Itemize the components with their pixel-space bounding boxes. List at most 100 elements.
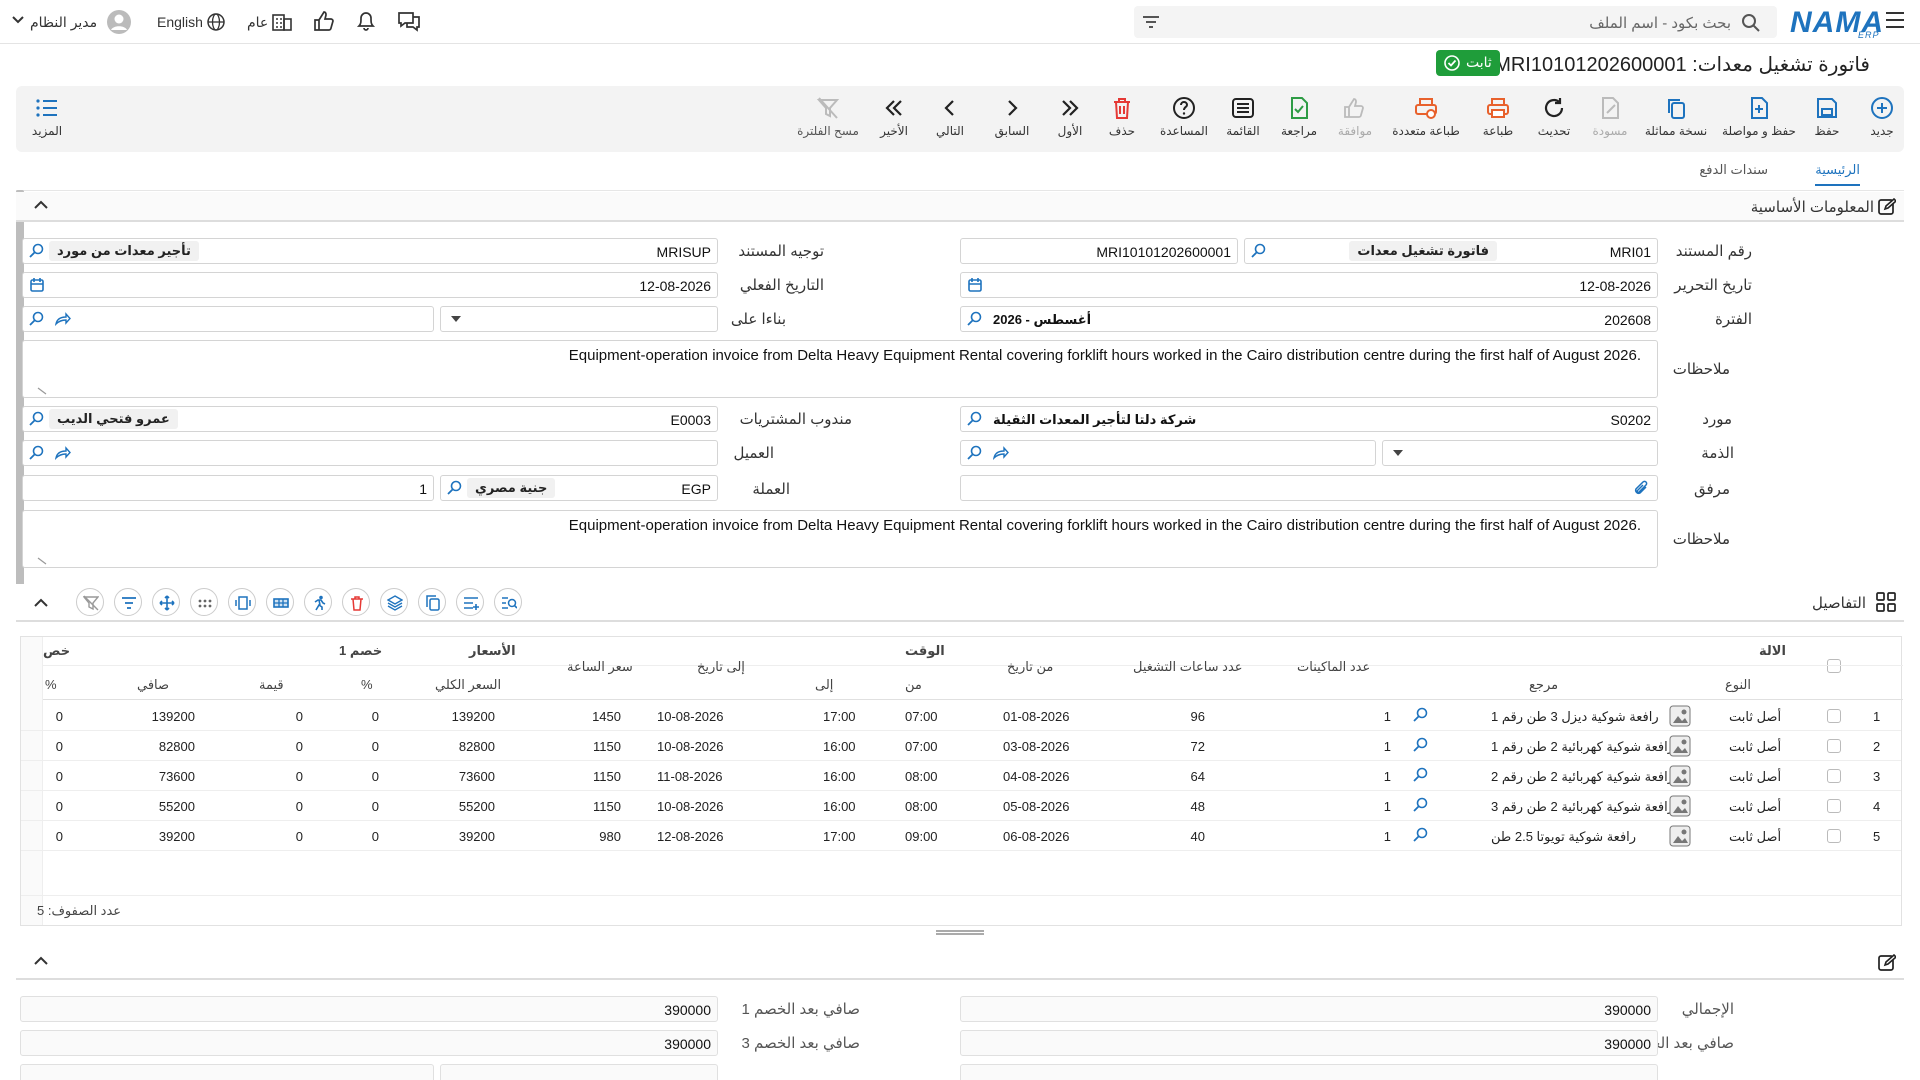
print-button[interactable]: طباعة	[1472, 96, 1524, 138]
paperclip-icon[interactable]	[1633, 480, 1649, 496]
delete-button[interactable]: حذف	[1096, 96, 1148, 138]
columns-tool[interactable]	[228, 588, 256, 616]
doc-number-field[interactable]: MRI10101202600001	[960, 238, 1238, 264]
lookup-icon[interactable]	[967, 411, 983, 427]
tab-payment-vouchers[interactable]: سندات الدفع	[1699, 162, 1768, 178]
building-icon[interactable]	[271, 11, 293, 31]
approve-button[interactable]: موافقة	[1328, 96, 1382, 138]
save-button[interactable]: حفظ	[1802, 96, 1852, 138]
duplicate-button[interactable]: نسخة مماثلة	[1636, 96, 1716, 138]
notes-textarea[interactable]: Equipment-operation invoice from Delta H…	[22, 340, 1658, 398]
row-checkbox[interactable]	[1827, 739, 1841, 753]
liability-select[interactable]	[1382, 440, 1658, 466]
run-tool[interactable]	[304, 588, 332, 616]
purchase-rep-field[interactable]: E0003 عمرو فتحي الديب	[22, 406, 718, 432]
help-button[interactable]: المساعدة	[1152, 96, 1216, 138]
calendar-icon[interactable]	[967, 277, 983, 293]
refresh-button[interactable]: تحديث	[1528, 96, 1580, 138]
currency-field[interactable]: EGP جنية مصري	[440, 475, 718, 501]
based-on-field[interactable]	[22, 306, 434, 332]
col-header-to-date[interactable]: إلى تاريخ	[697, 659, 745, 675]
lookup-icon[interactable]	[29, 445, 45, 461]
currency-rate-field[interactable]: 1	[22, 475, 434, 501]
lookup-icon[interactable]	[29, 411, 45, 427]
table-row[interactable]: 5 أصل ثابت رافعة شوكية تويوتا 2.5 طن 1 40 06-…	[21, 821, 1901, 851]
search-input[interactable]: بحث بكود - اسم الملف	[1589, 14, 1731, 32]
copy-rows-tool[interactable]	[418, 588, 446, 616]
clear-filter-tool[interactable]	[76, 588, 104, 616]
table-row[interactable]: 3 أصل ثابت رافعة شوكية كهربائية 2 طن رقم 2…	[21, 761, 1901, 791]
col-header-from[interactable]: من	[905, 677, 922, 693]
supplier-field[interactable]: S0202 شركة دلتا لتأجير المعدات الثقيلة	[960, 406, 1658, 432]
collapse-chevron-icon[interactable]	[34, 200, 48, 210]
insert-rows-tool[interactable]	[456, 588, 484, 616]
user-name[interactable]: مدير النظام	[30, 14, 97, 31]
chevron-down-icon[interactable]	[12, 16, 24, 24]
table-row[interactable]: 1 أصل ثابت رافعة شوكية ديزل 3 طن رقم 1 1 96 0…	[21, 701, 1901, 731]
table-row[interactable]: 4 أصل ثابت رافعة شوكية كهربائية 2 طن رقم 3…	[21, 791, 1901, 821]
attachment-field[interactable]	[960, 475, 1658, 501]
search-bar[interactable]: بحث بكود - اسم الملف	[1134, 6, 1777, 38]
move-tool[interactable]	[152, 588, 180, 616]
lookup-icon[interactable]	[1413, 707, 1429, 723]
first-button[interactable]: الأول	[1044, 96, 1096, 138]
globe-icon[interactable]	[207, 13, 225, 31]
filter-tool[interactable]	[114, 588, 142, 616]
language-switch[interactable]: English	[157, 14, 203, 30]
lookup-icon[interactable]	[1413, 767, 1429, 783]
delete-rows-tool[interactable]	[342, 588, 370, 616]
col-header-to[interactable]: إلى	[815, 677, 833, 693]
col-header-from-date[interactable]: من تاريخ	[1007, 659, 1053, 675]
period-field[interactable]: 202608 2026 - أغسطس	[960, 306, 1658, 332]
tab-main[interactable]: الرئيسية	[1815, 162, 1860, 186]
share-icon[interactable]	[993, 445, 1009, 461]
select-all-checkbox[interactable]	[1827, 659, 1841, 673]
col-header-ref[interactable]: مرجع	[1529, 677, 1558, 693]
doc-no-field[interactable]: MRI01 فاتورة تشغيل معدات	[1244, 238, 1658, 264]
issue-date-field[interactable]: 12-08-2026	[960, 272, 1658, 298]
row-checkbox[interactable]	[1827, 769, 1841, 783]
bell-icon[interactable]	[355, 10, 377, 32]
row-checkbox[interactable]	[1827, 709, 1841, 723]
hamburger-menu-icon[interactable]	[1886, 12, 1904, 28]
lookup-icon[interactable]	[29, 311, 45, 327]
notes2-textarea[interactable]: Equipment-operation invoice from Delta H…	[22, 510, 1658, 568]
next-button[interactable]: التالي	[920, 96, 980, 138]
row-checkbox[interactable]	[1827, 829, 1841, 843]
lookup-icon[interactable]	[447, 480, 463, 496]
col-header-total-price[interactable]: السعر الكلي	[435, 677, 501, 693]
collapse-chevron-icon[interactable]	[34, 956, 48, 966]
lookup-icon[interactable]	[1413, 827, 1429, 843]
doc-direction-field[interactable]: MRISUP تأجير معدات من مورد	[22, 238, 718, 264]
review-button[interactable]: مراجعة	[1272, 96, 1326, 138]
share-icon[interactable]	[55, 311, 71, 327]
lookup-icon[interactable]	[967, 311, 983, 327]
lookup-icon[interactable]	[1413, 797, 1429, 813]
edit-icon[interactable]	[1878, 954, 1896, 972]
lookup-icon[interactable]	[1251, 243, 1267, 259]
lookup-icon[interactable]	[967, 445, 983, 461]
col-header-value[interactable]: قيمة	[259, 677, 284, 693]
lookup-icon[interactable]	[1413, 737, 1429, 753]
col-header-pct2[interactable]: %	[45, 677, 57, 692]
col-header-type[interactable]: النوع	[1725, 677, 1751, 693]
more-button[interactable]: المزيد	[22, 96, 72, 138]
col-header-machine-count[interactable]: عدد الماكينات	[1297, 659, 1370, 675]
new-button[interactable]: جديد	[1857, 96, 1907, 138]
table-row[interactable]: 2 أصل ثابت رافعة شوكية كهربائية 2 طن رقم 1…	[21, 731, 1901, 761]
list-button[interactable]: القائمة	[1216, 96, 1270, 138]
col-header-hours[interactable]: عدد ساعات التشغيل	[1133, 659, 1243, 675]
calendar-icon[interactable]	[29, 277, 45, 293]
save-continue-button[interactable]: حفظ و مواصلة	[1716, 96, 1802, 138]
draft-button[interactable]: مسودة	[1584, 96, 1636, 138]
dots-grid-tool[interactable]	[190, 588, 218, 616]
scope-label[interactable]: عام	[247, 14, 268, 31]
lookup-icon[interactable]	[29, 243, 45, 259]
last-button[interactable]: الأخير	[868, 96, 920, 138]
chat-icon[interactable]	[397, 10, 421, 32]
freeze-tool[interactable]	[266, 588, 294, 616]
resize-splitter-handle[interactable]	[936, 930, 984, 935]
customer-field[interactable]	[22, 440, 718, 466]
col-header-pct[interactable]: %	[361, 677, 373, 692]
previous-button[interactable]: السابق	[982, 96, 1042, 138]
